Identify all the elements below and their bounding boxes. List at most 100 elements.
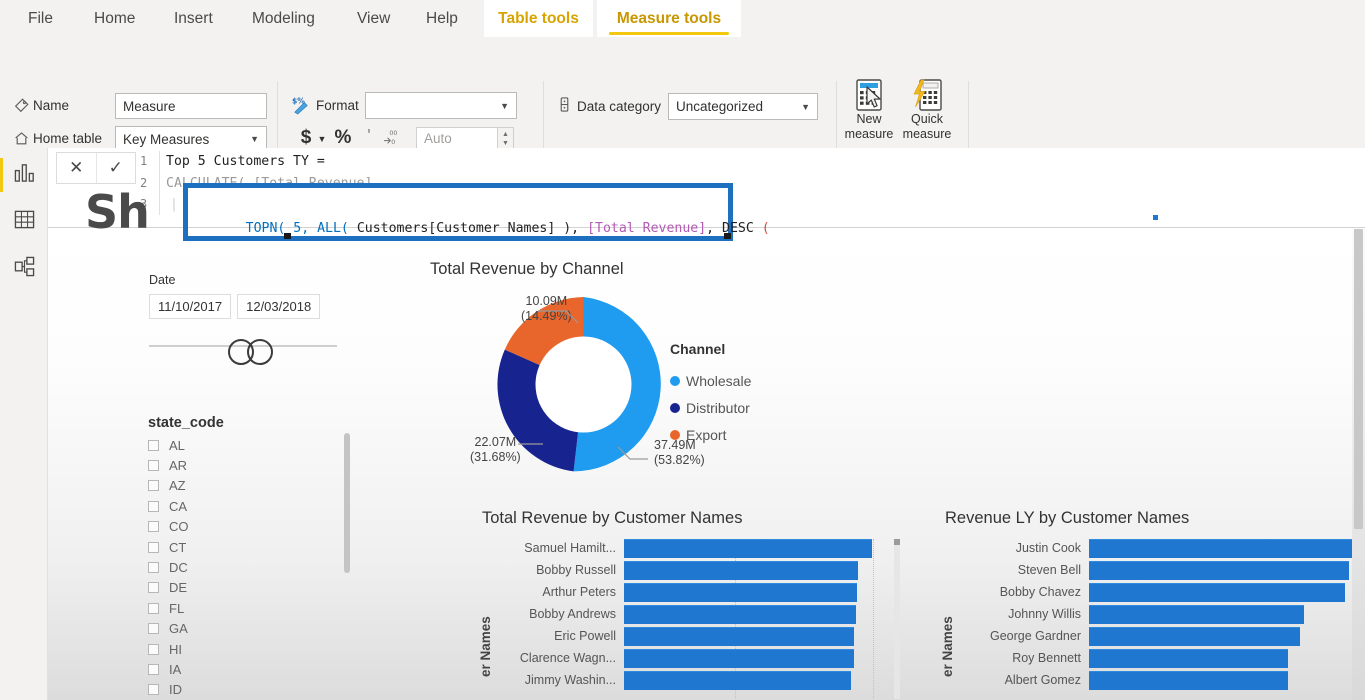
- thousands-separator-button[interactable]: ': [362, 125, 376, 147]
- scrollbar-thumb[interactable]: [1354, 229, 1363, 529]
- home-table-label: Home table: [33, 131, 103, 146]
- bar-label: Justin Cook: [1015, 541, 1081, 555]
- bar-value[interactable]: [1089, 627, 1300, 646]
- list-item[interactable]: HI: [148, 639, 360, 659]
- tab-table-tools[interactable]: Table tools: [484, 0, 593, 37]
- legend-item-export[interactable]: Export: [670, 421, 751, 448]
- formula-commit-buttons: ✕ ✓: [56, 152, 136, 184]
- tab-help[interactable]: Help: [412, 0, 472, 37]
- tab-view[interactable]: View: [343, 0, 404, 37]
- checkbox-icon[interactable]: [148, 500, 159, 512]
- bar-value[interactable]: [624, 539, 872, 558]
- checkbox-icon[interactable]: [148, 521, 159, 533]
- decimal-stepper-arrows[interactable]: ▲ ▼: [498, 127, 514, 150]
- state-label: FL: [169, 600, 185, 616]
- formula-cancel-button[interactable]: ✕: [57, 153, 97, 183]
- legend-item-distributor[interactable]: Distributor: [670, 394, 751, 421]
- selection-handle-left[interactable]: [284, 233, 291, 239]
- legend-item-wholesale[interactable]: Wholesale: [670, 367, 751, 394]
- list-item[interactable]: IA: [148, 659, 360, 679]
- state-label: HI: [169, 641, 182, 657]
- bar-value[interactable]: [624, 605, 856, 624]
- state-slicer-scrollbar[interactable]: [344, 433, 350, 573]
- sidebar-item-model-view[interactable]: [0, 246, 48, 292]
- list-item[interactable]: AZ: [148, 476, 360, 496]
- bar-chart-total-revenue[interactable]: er Names Samuel Hamilt... Bobby Russell …: [448, 539, 900, 700]
- slider-handle-end[interactable]: [247, 339, 273, 365]
- checkbox-icon[interactable]: [148, 684, 159, 696]
- state-code-slicer[interactable]: state_code AL AR AZ CA CO CT DC DE FL GA…: [148, 415, 360, 700]
- checkbox-icon[interactable]: [148, 663, 159, 675]
- tab-home[interactable]: Home: [80, 0, 149, 37]
- state-slicer-list[interactable]: AL AR AZ CA CO CT DC DE FL GA HI IA ID: [148, 435, 360, 700]
- legend-swatch-icon: [670, 375, 680, 386]
- list-item[interactable]: GA: [148, 619, 360, 639]
- checkbox-icon[interactable]: [148, 480, 159, 492]
- quick-measure-button[interactable]: Quick measure: [896, 78, 958, 142]
- bar-left-scrollbar[interactable]: [894, 539, 900, 699]
- checkbox-icon[interactable]: [148, 439, 159, 451]
- list-item[interactable]: CT: [148, 537, 360, 557]
- date-end-input[interactable]: 12/03/2018: [237, 294, 321, 319]
- checkbox-icon[interactable]: [148, 460, 159, 472]
- sidebar-item-data-view[interactable]: [0, 199, 48, 245]
- percent-format-button[interactable]: %: [333, 127, 353, 149]
- scrollbar-thumb[interactable]: [894, 539, 900, 545]
- stepper-down-icon[interactable]: ▼: [502, 139, 509, 148]
- list-item[interactable]: AL: [148, 435, 360, 455]
- list-item[interactable]: ID: [148, 680, 360, 700]
- bar-value[interactable]: [624, 627, 854, 646]
- decimal-places-value: Auto: [424, 131, 452, 146]
- checkbox-icon[interactable]: [148, 582, 159, 594]
- format-select[interactable]: ▼: [365, 92, 517, 119]
- formula-selection-box: TOPN( 5, ALL( Customers[Customer Names] …: [183, 183, 770, 241]
- tab-measure-tools[interactable]: Measure tools: [597, 0, 741, 37]
- bar-value[interactable]: [1089, 561, 1349, 580]
- stepper-up-icon[interactable]: ▲: [502, 130, 509, 139]
- bar-value[interactable]: [1089, 539, 1365, 558]
- dax-line-1-text: Top 5 Customers TY =: [166, 154, 325, 169]
- bar-value[interactable]: [624, 561, 858, 580]
- checkbox-icon[interactable]: [148, 643, 159, 655]
- canvas-scrollbar[interactable]: [1352, 229, 1365, 700]
- list-item[interactable]: DE: [148, 578, 360, 598]
- bar-value[interactable]: [624, 583, 857, 602]
- dax-fn-all: ALL(: [317, 221, 349, 236]
- bar-value[interactable]: [1089, 671, 1288, 690]
- date-slicer[interactable]: Date 11/10/2017 12/03/2018: [149, 273, 337, 365]
- sidebar-item-report-view[interactable]: [0, 152, 48, 198]
- formula-commit-button[interactable]: ✓: [97, 153, 136, 183]
- bar-left-title: Total Revenue by Customer Names: [482, 509, 743, 527]
- list-item[interactable]: CA: [148, 496, 360, 516]
- checkbox-icon[interactable]: [148, 602, 159, 614]
- currency-format-button[interactable]: $: [297, 127, 315, 149]
- bar-value[interactable]: [624, 649, 854, 668]
- tab-file[interactable]: File: [14, 0, 67, 37]
- tab-modeling[interactable]: Modeling: [238, 0, 329, 37]
- decimal-places-stepper[interactable]: Auto: [416, 127, 498, 150]
- list-item[interactable]: CO: [148, 517, 360, 537]
- checkbox-icon[interactable]: [148, 562, 159, 574]
- bar-chart-revenue-ly[interactable]: er Names Justin Cook Steven Bell Bobby C…: [908, 539, 1365, 700]
- date-range-slider[interactable]: [149, 339, 337, 365]
- mouse-cursor: [866, 86, 883, 115]
- list-item[interactable]: FL: [148, 598, 360, 618]
- checkbox-icon[interactable]: [148, 623, 159, 635]
- bar-value[interactable]: [1089, 649, 1288, 668]
- data-category-select[interactable]: Uncategorized ▼: [668, 93, 818, 120]
- list-item[interactable]: AR: [148, 455, 360, 475]
- selection-handle-right[interactable]: [724, 233, 731, 239]
- list-item[interactable]: DC: [148, 557, 360, 577]
- bar-value[interactable]: [1089, 583, 1345, 602]
- bar-value[interactable]: [1089, 605, 1304, 624]
- tab-insert[interactable]: Insert: [160, 0, 227, 37]
- state-label: AR: [169, 458, 188, 474]
- date-start-input[interactable]: 11/10/2017: [149, 294, 232, 319]
- data-category-icon: [557, 97, 572, 118]
- currency-dropdown-icon[interactable]: ▼: [316, 132, 328, 146]
- measure-name-input[interactable]: Measure: [115, 93, 267, 119]
- checkbox-icon[interactable]: [148, 541, 159, 553]
- dax-measure-ref: [Total Revenue]: [587, 221, 707, 236]
- expand-editor-chevron-icon[interactable]: [1153, 215, 1158, 220]
- bar-value[interactable]: [624, 671, 851, 690]
